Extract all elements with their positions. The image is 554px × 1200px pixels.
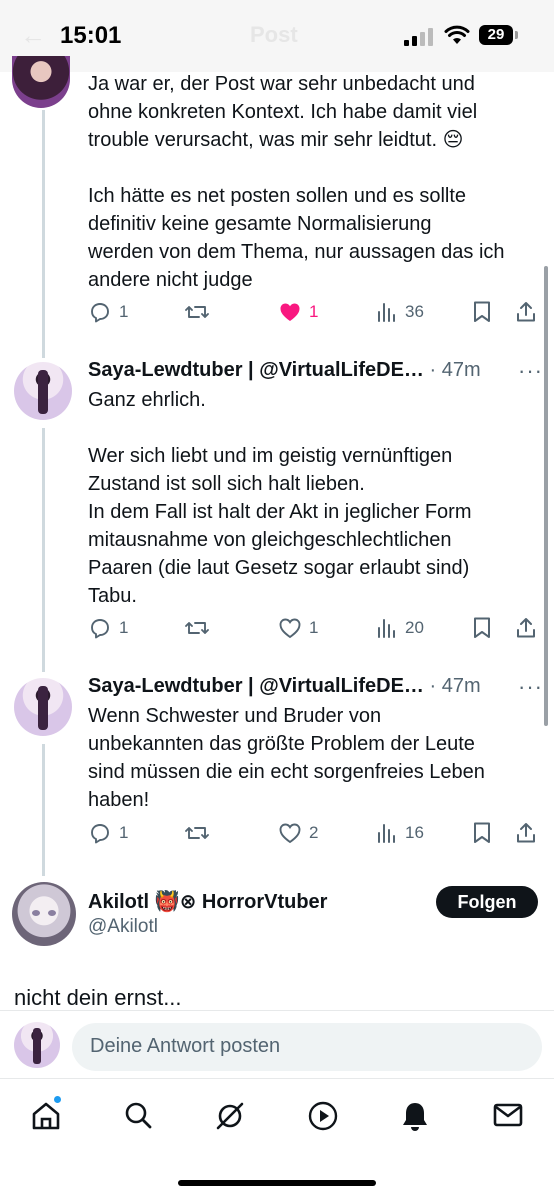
home-icon[interactable] [30, 1100, 62, 1132]
battery-indicator: 29 [479, 25, 513, 45]
share-button[interactable] [514, 818, 538, 848]
reply-icon [91, 303, 109, 323]
status-time: 15:01 [60, 22, 122, 49]
views-button[interactable]: 16 [376, 818, 424, 848]
main-post-text: nicht dein ernst... [14, 985, 182, 1010]
bookmark-icon [474, 822, 490, 843]
views-button[interactable]: 20 [376, 613, 424, 643]
post-text: Wenn Schwester und Bruder von unbekannte… [88, 705, 485, 811]
author-name[interactable]: Saya-Lewdtuber | @VirtualLifeDE… [88, 359, 424, 381]
share-icon [517, 302, 535, 322]
thread-connector [42, 744, 45, 876]
post-actions: 1 1 20 [88, 613, 540, 643]
post-header: Saya-Lewdtuber | @VirtualLifeDE… · 47m [88, 675, 481, 698]
reply-button[interactable]: 1 [88, 297, 128, 327]
reply-icon [91, 824, 109, 844]
notification-dot [54, 1096, 61, 1103]
repost-button[interactable] [184, 613, 210, 643]
bookmark-icon [474, 301, 490, 322]
bookmark-icon [474, 617, 490, 638]
scrollbar[interactable] [544, 266, 548, 726]
notifications-icon[interactable] [400, 1100, 430, 1132]
post-actions: 1 1 36 [88, 297, 540, 327]
post-header: Saya-Lewdtuber | @VirtualLifeDE… · 47m [88, 359, 481, 382]
back-arrow-icon[interactable]: ← [20, 20, 46, 51]
reply-count: 1 [119, 302, 129, 321]
repost-icon [185, 306, 209, 318]
avatar[interactable] [14, 678, 72, 736]
bookmark-button[interactable] [472, 818, 492, 848]
reply-count: 1 [119, 823, 129, 842]
thread-connector [42, 428, 45, 672]
views-count: 16 [405, 823, 424, 842]
post-text: Ja war er, der Post war sehr unbedacht u… [88, 73, 505, 291]
bookmark-button[interactable] [472, 297, 492, 327]
repost-button[interactable] [184, 818, 210, 848]
bookmark-button[interactable] [472, 613, 492, 643]
reply-button[interactable]: 1 [88, 818, 128, 848]
grok-icon[interactable] [214, 1100, 246, 1132]
messages-icon[interactable] [492, 1100, 524, 1130]
share-button[interactable] [514, 613, 538, 643]
header-title: Post [250, 22, 298, 47]
avatar [14, 1022, 60, 1068]
views-icon [378, 619, 395, 638]
views-icon [378, 824, 395, 843]
video-icon[interactable] [307, 1100, 339, 1132]
like-count: 2 [309, 823, 319, 842]
share-button[interactable] [514, 297, 538, 327]
heart-filled-icon [280, 303, 300, 321]
views-button[interactable]: 36 [376, 297, 424, 327]
like-count: 1 [309, 618, 319, 637]
author-name[interactable]: Akilotl 👹⊗ HorrorVtuber [88, 889, 327, 914]
search-icon[interactable] [123, 1100, 153, 1130]
more-options-icon[interactable]: ··· [518, 674, 543, 700]
post-actions: 1 2 16 [88, 818, 540, 848]
share-icon [517, 618, 535, 638]
like-count: 1 [309, 302, 319, 321]
post-time: · 47m [429, 675, 481, 697]
avatar[interactable] [12, 56, 70, 108]
share-icon [517, 823, 535, 843]
thread-connector [42, 110, 45, 358]
avatar[interactable] [12, 882, 76, 946]
heart-icon [279, 618, 301, 639]
avatar[interactable] [14, 362, 72, 420]
like-button[interactable]: 1 [278, 613, 318, 643]
reply-placeholder: Deine Antwort posten [90, 1035, 281, 1057]
more-options-icon[interactable]: ··· [518, 358, 543, 384]
reply-icon [91, 619, 109, 639]
follow-button[interactable]: Folgen [436, 886, 538, 918]
repost-icon [185, 827, 209, 839]
like-button[interactable]: 1 [278, 297, 318, 327]
heart-icon [279, 823, 301, 844]
views-count: 36 [405, 302, 424, 321]
post-time: · 47m [429, 359, 481, 381]
repost-button[interactable] [184, 297, 210, 327]
like-button[interactable]: 2 [278, 818, 318, 848]
views-count: 20 [405, 618, 424, 637]
home-indicator [178, 1180, 376, 1186]
wifi-icon [444, 25, 470, 44]
reply-count: 1 [119, 618, 129, 637]
reply-button[interactable]: 1 [88, 613, 128, 643]
author-handle[interactable]: @Akilotl [88, 916, 158, 938]
views-icon [378, 303, 395, 322]
author-name[interactable]: Saya-Lewdtuber | @VirtualLifeDE… [88, 675, 424, 697]
post-text: Ganz ehrlich. Wer sich liebt und im geis… [88, 389, 472, 607]
repost-icon [185, 622, 209, 634]
signal-icon [404, 28, 434, 46]
